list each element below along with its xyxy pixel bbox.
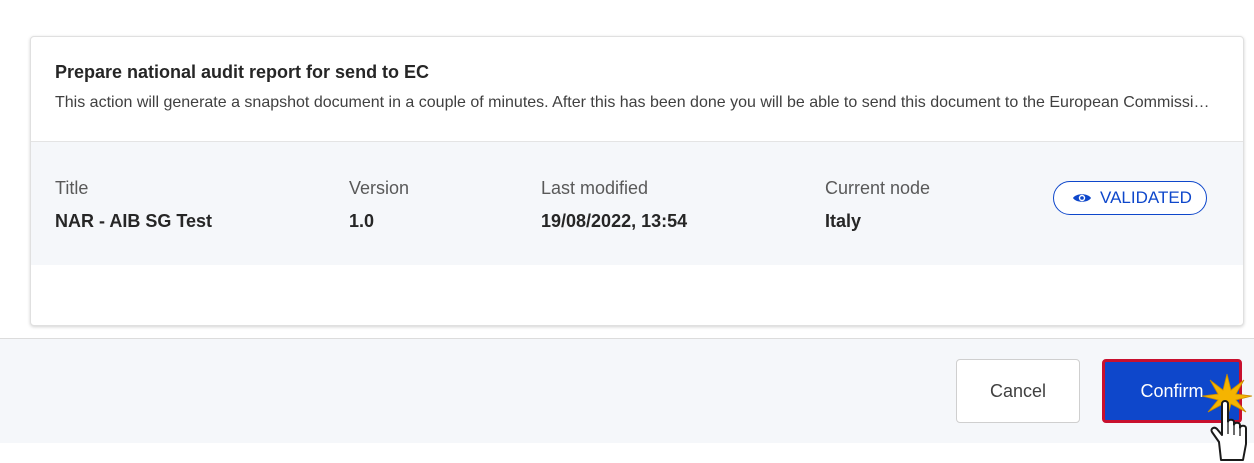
info-version: Version 1.0	[349, 178, 409, 232]
eye-icon	[1072, 192, 1092, 204]
version-label: Version	[349, 178, 410, 198]
last-modified-value: 19/08/2022, 13:54	[541, 211, 688, 231]
current-node-label: Current node	[825, 178, 931, 198]
cancel-button[interactable]: Cancel	[956, 359, 1080, 423]
info-title: Title NAR - AIB SG Test	[55, 178, 212, 232]
version-value: 1.0	[349, 211, 375, 231]
current-node-value: Italy	[825, 211, 862, 231]
status-badge: VALIDATED	[1053, 181, 1207, 215]
info-last-modified: Last modified 19/08/2022, 13:54	[541, 178, 687, 232]
title-label: Title	[55, 178, 89, 198]
document-info-panel: Title NAR - AIB SG Test Version 1.0 Last…	[31, 142, 1243, 265]
dialog-footer: Cancel Confirm	[0, 338, 1254, 443]
dialog-header: Prepare national audit report for send t…	[31, 37, 1243, 142]
status-label: VALIDATED	[1100, 188, 1192, 207]
title-value: NAR - AIB SG Test	[55, 211, 213, 231]
confirm-button[interactable]: Confirm	[1102, 359, 1242, 423]
dialog-card: Prepare national audit report for send t…	[30, 36, 1244, 326]
dialog-description: This action will generate a snapshot doc…	[55, 94, 1215, 111]
info-current-node: Current node Italy	[825, 178, 930, 232]
last-modified-label: Last modified	[541, 178, 649, 198]
dialog-title: Prepare national audit report for send t…	[55, 62, 430, 82]
